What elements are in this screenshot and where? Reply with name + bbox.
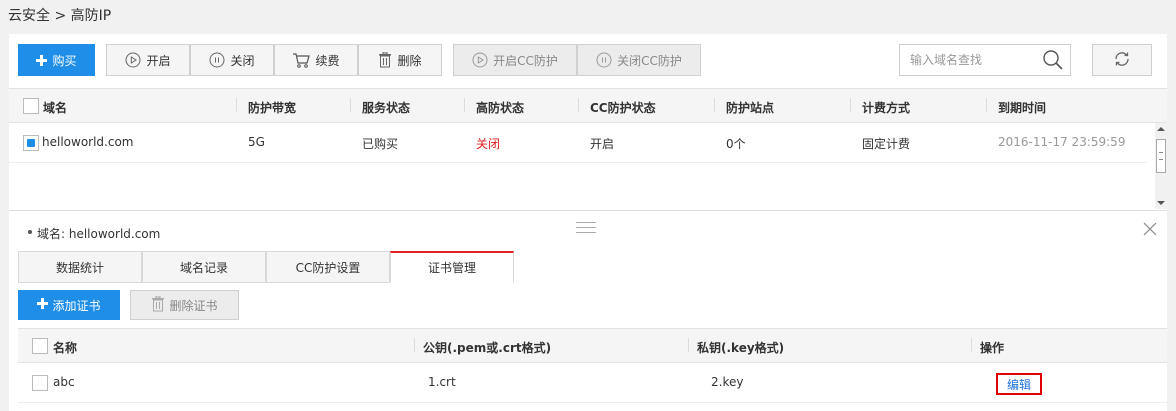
col-domain: 域名 [43, 101, 68, 115]
scroll-down-icon[interactable] [1157, 201, 1165, 205]
delete-button[interactable]: 删除 [358, 44, 442, 76]
private-key-cell: 2.key [711, 375, 744, 389]
ip-list-panel: 购买 开启 关闭 续费 删除 开启CC防护 关闭CC防护 输入域名查找 域名 防… [9, 34, 1167, 210]
start-button[interactable]: 开启 [106, 44, 190, 76]
col-cert-name: 名称 [53, 341, 78, 355]
service-status-cell: 已购买 [362, 137, 399, 151]
trash-icon [151, 295, 165, 315]
domain-info: 域名: helloworld.com [28, 225, 160, 242]
trash-icon [378, 52, 392, 68]
tab-domain-records[interactable]: 域名记录 [142, 251, 266, 283]
enable-cc-button[interactable]: 开启CC防护 [453, 44, 577, 76]
plus-icon [36, 54, 48, 66]
vertical-scrollbar[interactable] [1155, 123, 1167, 209]
cc-status-cell: 开启 [590, 137, 615, 151]
play-circle-icon [125, 52, 141, 68]
scroll-thumb[interactable] [1156, 139, 1166, 173]
disable-cc-button[interactable]: 关闭CC防护 [577, 44, 701, 76]
tab-data-stats[interactable]: 数据统计 [18, 251, 142, 283]
close-button[interactable]: 关闭 [190, 44, 274, 76]
resize-handle-icon[interactable] [576, 222, 596, 233]
col-sites: 防护站点 [726, 101, 775, 115]
row-checkbox[interactable] [23, 135, 39, 151]
col-expiry: 到期时间 [998, 101, 1047, 115]
plus-icon [37, 298, 49, 312]
tab-cert-management[interactable]: 证书管理 [390, 251, 514, 283]
cert-name-cell: abc [53, 375, 75, 389]
col-billing: 计费方式 [862, 101, 911, 115]
search-box [899, 44, 1071, 76]
tab-cc-settings[interactable]: CC防护设置 [266, 251, 390, 283]
select-all-checkbox[interactable] [23, 98, 39, 114]
detail-panel: 域名: helloworld.com 数据统计 域名记录 CC防护设置 证书管理… [9, 210, 1167, 411]
edit-link[interactable]: 编辑 [996, 373, 1042, 395]
cert-table-header: 名称 公钥(.pem或.crt格式) 私钥(.key格式) 操作 [18, 328, 1167, 363]
pause-circle-icon [596, 52, 612, 68]
pause-circle-icon [209, 52, 225, 68]
col-service-status: 服务状态 [362, 101, 411, 115]
cert-select-all-checkbox[interactable] [32, 338, 48, 354]
delete-cert-button[interactable]: 删除证书 [130, 290, 239, 320]
cert-row-checkbox[interactable] [32, 375, 48, 391]
add-cert-button[interactable]: 添加证书 [18, 290, 120, 320]
refresh-icon [1113, 50, 1131, 71]
table-row[interactable]: abc 1.crt 2.key 编辑 [18, 363, 1167, 403]
expiry-cell: 2016-11-17 23:59:59 [998, 135, 1126, 149]
billing-cell: 固定计费 [862, 137, 911, 151]
renew-button[interactable]: 续费 [274, 44, 358, 76]
refresh-button[interactable] [1092, 44, 1152, 76]
search-icon[interactable] [1042, 49, 1064, 74]
breadcrumb: 云安全 > 高防IP [8, 8, 112, 24]
buy-button[interactable]: 购买 [18, 44, 95, 76]
cart-icon [292, 52, 311, 68]
search-input[interactable] [900, 45, 1035, 75]
close-icon[interactable] [1142, 221, 1158, 237]
col-cc-status: CC防护状态 [590, 101, 656, 115]
col-private-key: 私钥(.key格式) [697, 341, 785, 355]
sites-cell: 0个 [726, 137, 746, 151]
play-circle-icon [472, 52, 488, 68]
col-public-key: 公钥(.pem或.crt格式) [423, 341, 552, 355]
bandwidth-cell: 5G [248, 135, 265, 149]
table-header: 域名 防护带宽 服务状态 高防状态 CC防护状态 防护站点 计费方式 到期时间 [9, 88, 1167, 123]
col-action: 操作 [980, 341, 1005, 355]
col-bandwidth: 防护带宽 [248, 101, 297, 115]
col-ddos-status: 高防状态 [476, 101, 525, 115]
public-key-cell: 1.crt [428, 375, 456, 389]
ddos-status-cell: 关闭 [476, 137, 501, 151]
domain-cell: helloworld.com [42, 135, 134, 149]
table-row[interactable]: helloworld.com 5G 已购买 关闭 开启 0个 固定计费 2016… [9, 123, 1147, 163]
bullet-icon [28, 230, 32, 234]
scroll-up-icon[interactable] [1157, 127, 1165, 131]
